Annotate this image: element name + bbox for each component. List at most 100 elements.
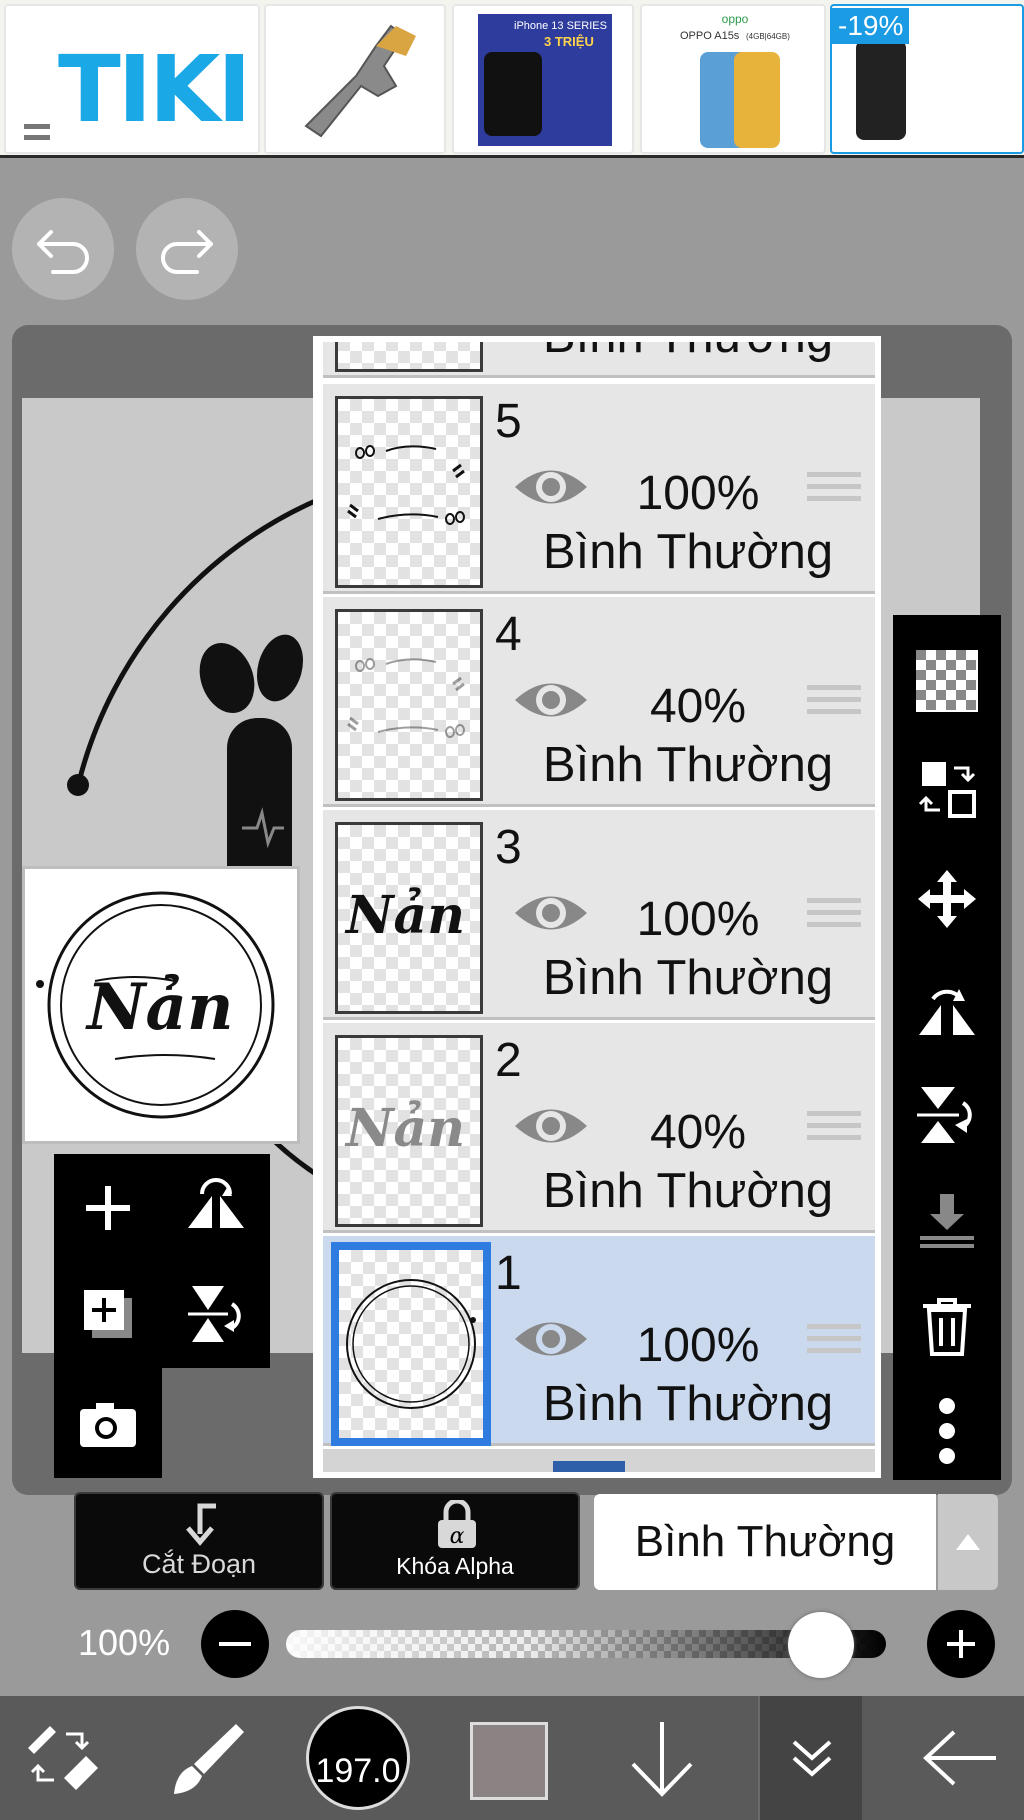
- layer-number: 4: [495, 608, 522, 661]
- panel-scroll-strip[interactable]: [323, 1449, 875, 1472]
- more-options-button[interactable]: [901, 1385, 993, 1477]
- drag-handle-icon[interactable]: [807, 1111, 861, 1153]
- oppo-phone-image-2: [734, 52, 780, 148]
- ad-product-pliers[interactable]: [264, 4, 446, 154]
- undo-button[interactable]: [12, 198, 114, 300]
- drag-handle-icon[interactable]: [807, 1324, 861, 1366]
- opacity-increase-button[interactable]: [927, 1610, 995, 1678]
- clip-label: Cắt Đoạn: [141, 1549, 257, 1579]
- layer-panel-toggle-button[interactable]: [758, 1696, 862, 1820]
- layer-row-4[interactable]: 4 40% Bình Thường: [323, 597, 875, 807]
- flip-horizontal-button[interactable]: [901, 965, 993, 1057]
- blend-mode-dropdown-button[interactable]: [938, 1494, 998, 1590]
- layer-blend-mode: Bình Thường: [542, 525, 834, 579]
- thumb-art-2: Nản: [344, 1098, 465, 1159]
- visibility-eye-icon[interactable]: [513, 888, 589, 938]
- undo-icon: [37, 230, 89, 274]
- drag-handle-icon[interactable]: [807, 472, 861, 514]
- layer-opacity: 100%: [636, 467, 760, 520]
- flip-horizontal-icon: [919, 989, 975, 1035]
- alpha-lock-label: Khóa Alpha: [396, 1553, 514, 1579]
- brush-eraser-toggle-button[interactable]: [4, 1696, 120, 1820]
- flip-layer-h-button[interactable]: [168, 1160, 264, 1256]
- swap-layer-button[interactable]: [901, 743, 993, 835]
- layer-tool-column: [893, 615, 1001, 1480]
- layer-row-5[interactable]: 5 100% Bình Thường: [323, 384, 875, 594]
- clip-arrow-icon: [186, 1503, 216, 1546]
- move-icon: [918, 870, 976, 928]
- alpha-lock-button[interactable]: α Khóa Alpha: [330, 1492, 580, 1590]
- ad-product-iphone[interactable]: iPhone 13 SERIES 3 TRIỆU: [452, 4, 634, 154]
- flip-vertical-button[interactable]: [901, 1069, 993, 1161]
- layer-thumbnail: [335, 342, 483, 372]
- opacity-value-label: 100%: [78, 1622, 171, 1663]
- thumb-art-1: [346, 1279, 476, 1409]
- blend-mode-select[interactable]: Bình Thường: [594, 1494, 936, 1590]
- layer-row-2[interactable]: Nản 2 40% Bình Thường: [323, 1023, 875, 1233]
- brush-size-label: 197.0: [315, 1752, 401, 1790]
- merge-down-icon: [920, 1194, 974, 1248]
- ad-menu-icon[interactable]: [24, 124, 50, 140]
- move-layer-button[interactable]: [901, 853, 993, 945]
- thumb-art-4: [347, 658, 465, 738]
- iphone-ad-title: iPhone 13 SERIES: [514, 20, 607, 32]
- opacity-decrease-button[interactable]: [201, 1610, 269, 1678]
- delete-layer-button[interactable]: [901, 1281, 993, 1373]
- brush-tool-button[interactable]: [150, 1696, 266, 1820]
- merge-down-button[interactable]: [901, 1175, 993, 1267]
- camera-icon: [80, 1403, 136, 1447]
- layer-row-partial[interactable]: Bình Thường: [323, 336, 875, 378]
- add-layer-button[interactable]: [60, 1160, 156, 1256]
- flip-vertical-icon: [917, 1087, 972, 1143]
- layer-blend-mode: Bình Thường: [542, 1377, 834, 1431]
- oppo-brand: oppo: [721, 12, 749, 26]
- layer-number: 5: [495, 395, 522, 448]
- preview-artwork: Nản: [36, 891, 275, 1119]
- layer-row-1[interactable]: 1 100% Bình Thường: [323, 1236, 875, 1446]
- flip-h-icon: [188, 1178, 244, 1228]
- opacity-slider-thumb[interactable]: [787, 1612, 854, 1678]
- camera-button[interactable]: [60, 1376, 156, 1472]
- drag-handle-icon[interactable]: [807, 898, 861, 940]
- visibility-eye-icon[interactable]: [513, 462, 589, 512]
- scroll-down-button[interactable]: [604, 1696, 720, 1820]
- duplicate-layer-button[interactable]: [60, 1266, 156, 1362]
- oppo-model: OPPO A15s: [680, 30, 740, 42]
- pliers-image: [304, 24, 416, 138]
- clip-button[interactable]: Cắt Đoạn: [74, 1492, 324, 1590]
- triangle-up-icon: [956, 1534, 980, 1550]
- drag-handle-icon[interactable]: [807, 685, 861, 727]
- chevron-double-down-icon: [792, 1740, 832, 1777]
- minus-icon: [219, 1642, 251, 1646]
- visibility-eye-icon[interactable]: [513, 675, 589, 725]
- back-button[interactable]: [902, 1696, 1018, 1820]
- transparency-button[interactable]: [901, 635, 993, 727]
- layer-blend-mode: Bình Thường: [542, 336, 834, 363]
- arrow-down-icon: [631, 1722, 693, 1797]
- layer-panel[interactable]: Bình Thường 5 100% Bình Thường 4 40% Bìn…: [313, 336, 881, 1478]
- layer-blend-mode: Bình Thường: [542, 951, 834, 1005]
- redo-button[interactable]: [136, 198, 238, 300]
- visibility-eye-icon[interactable]: [513, 1101, 589, 1151]
- layer-row-3[interactable]: Nản 3 100% Bình Thường: [323, 810, 875, 1020]
- layer-blend-mode: Bình Thường: [542, 738, 834, 792]
- discount-badge: -19%: [832, 8, 910, 44]
- lock-alpha-icon: α: [438, 1500, 476, 1549]
- navigator-preview[interactable]: Nản: [22, 866, 300, 1144]
- layer-opacity: 40%: [649, 1106, 747, 1159]
- trash-icon: [923, 1298, 971, 1356]
- color-swatch[interactable]: [470, 1722, 548, 1800]
- tiki-ad-card[interactable]: TIKI: [4, 4, 260, 154]
- thumb-art-3: Nản: [344, 885, 465, 946]
- thumb-text: Nản: [344, 1098, 465, 1159]
- layer-thumbnail: Nản: [335, 822, 483, 1014]
- arrow-left-icon: [923, 1730, 996, 1786]
- ad-product-oppo[interactable]: oppo OPPO A15s (4GB|64GB): [640, 4, 826, 154]
- iphone-image: [484, 52, 542, 136]
- visibility-eye-icon[interactable]: [513, 1314, 589, 1364]
- flip-v-icon: [188, 1286, 241, 1342]
- panel-scroll-indicator: [553, 1461, 625, 1472]
- ad-banner[interactable]: TIKI iPhone 13 SERIES 3 TRIỆU oppo OPPO …: [0, 0, 1024, 158]
- flip-layer-v-button[interactable]: [168, 1266, 264, 1362]
- svg-text:α: α: [450, 1524, 465, 1549]
